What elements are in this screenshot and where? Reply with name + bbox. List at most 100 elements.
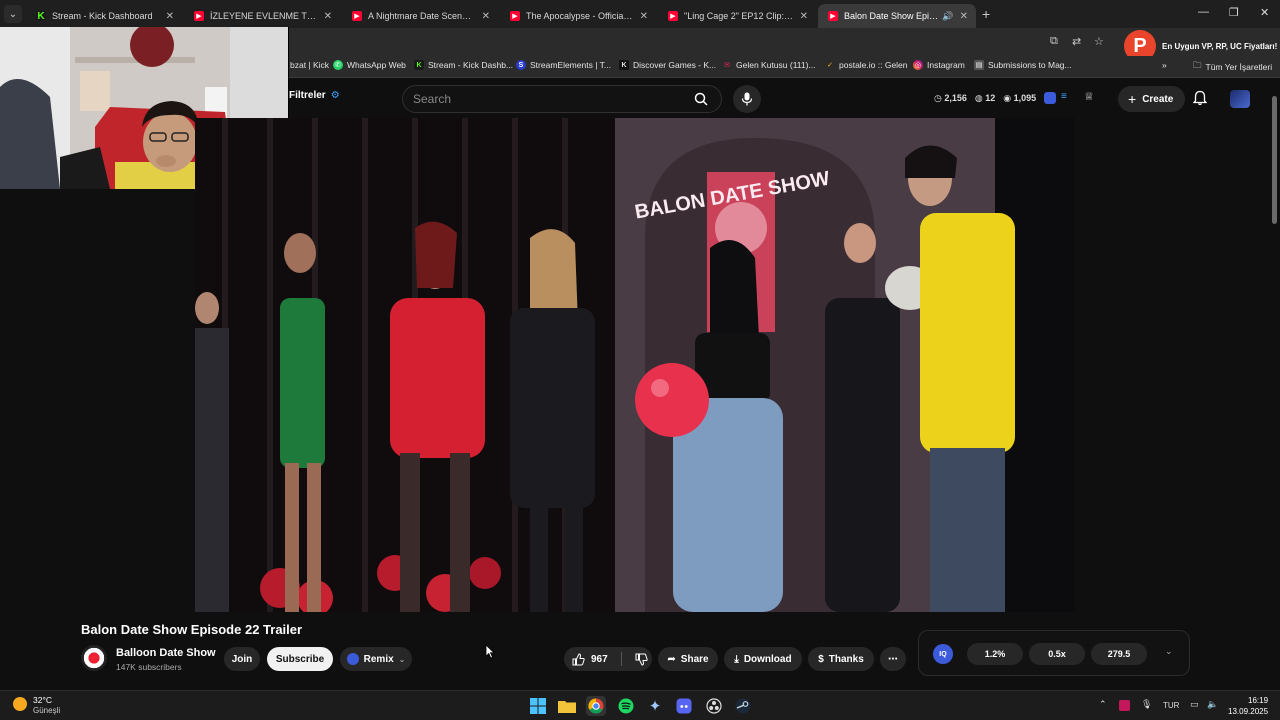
more-horizontal-icon: ⋯ bbox=[888, 653, 898, 665]
channel-avatar[interactable] bbox=[81, 645, 107, 671]
close-icon[interactable]: ✕ bbox=[800, 11, 808, 22]
taskbar-chrome[interactable] bbox=[586, 696, 606, 716]
create-button[interactable]: + Create bbox=[1118, 86, 1186, 112]
system-clock[interactable]: 16:19 13.09.2025 bbox=[1228, 695, 1268, 717]
volume-icon[interactable]: 🔈 bbox=[1207, 699, 1218, 710]
share-button[interactable]: ➦ Share bbox=[658, 647, 718, 671]
instagram-icon: ◎ bbox=[913, 60, 923, 70]
bookmark-kick[interactable]: bzat | Kick bbox=[290, 60, 329, 70]
taskbar-app-network[interactable]: ✦ bbox=[645, 696, 665, 716]
youtube-icon: ▶ bbox=[352, 11, 362, 21]
subscribe-button[interactable]: Subscribe bbox=[267, 647, 333, 671]
youtube-masthead: Filtreler ⚙ ◷ 2,156 ◍ 12 ◉ 1,095 ≡ ♕ bbox=[289, 80, 1280, 118]
weather-temperature[interactable]: 32°C bbox=[33, 695, 52, 705]
mouse-cursor-icon bbox=[485, 644, 495, 659]
tab-youtube-3[interactable]: ▶ The Apocalypse - Official Game ✕ bbox=[500, 4, 656, 28]
restore-icon[interactable]: ❐ bbox=[1229, 6, 1239, 19]
bookmark-submissions[interactable]: ▤ Submissions to Mag... bbox=[974, 60, 1072, 70]
bookmark-streamelements[interactable]: S StreamElements | T... bbox=[516, 60, 611, 70]
close-window-icon[interactable]: ✕ bbox=[1260, 6, 1269, 19]
list-icon[interactable]: ≡ bbox=[1061, 91, 1067, 102]
close-icon[interactable]: ✕ bbox=[166, 11, 174, 22]
speaker-icon[interactable]: 🔊 bbox=[942, 11, 953, 22]
tab-kick-dashboard[interactable]: K Stream - Kick Dashboard ✕ bbox=[26, 4, 182, 28]
download-button[interactable]: ⤓ Download bbox=[724, 647, 802, 671]
iq-stat-percent: 1.2% bbox=[967, 643, 1023, 665]
like-divider bbox=[620, 652, 622, 666]
iq-stat-value: 279.5 bbox=[1091, 643, 1147, 665]
taskbar-file-explorer[interactable] bbox=[557, 696, 577, 716]
weather-description[interactable]: Güneşli bbox=[33, 706, 60, 715]
close-icon[interactable]: ✕ bbox=[482, 11, 490, 22]
bookmarks-overflow-button[interactable]: » bbox=[1162, 60, 1167, 70]
chrome-icon bbox=[588, 698, 604, 714]
search-button[interactable] bbox=[681, 86, 721, 112]
close-icon[interactable]: ✕ bbox=[324, 11, 332, 22]
thanks-button[interactable]: $ Thanks bbox=[808, 647, 874, 671]
scrollbar-thumb[interactable] bbox=[1272, 96, 1277, 224]
start-button[interactable] bbox=[528, 696, 548, 716]
bookmark-discover-games[interactable]: K Discover Games - K... bbox=[619, 60, 716, 70]
iq-logo-icon[interactable]: IQ bbox=[933, 644, 953, 664]
taskbar-discord[interactable] bbox=[674, 696, 694, 716]
channel-name[interactable]: Balloon Date Show bbox=[116, 647, 216, 659]
input-language[interactable]: TUR bbox=[1163, 701, 1179, 710]
chevron-down-icon[interactable]: ⌄ bbox=[1165, 646, 1173, 657]
dislike-button[interactable] bbox=[635, 653, 648, 666]
youtube-icon: ▶ bbox=[668, 11, 678, 21]
minimize-icon[interactable]: — bbox=[1198, 6, 1209, 18]
new-tab-plus-icon[interactable]: + bbox=[982, 6, 990, 22]
browser-tab-strip: ⌄ K Stream - Kick Dashboard ✕ ▶ İZLEYENE… bbox=[0, 0, 1280, 28]
page-scrollbar[interactable] bbox=[1270, 80, 1280, 690]
tab-youtube-4[interactable]: ▶ "Ling Cage 2" EP12 Clip: The st ✕ bbox=[658, 4, 816, 28]
voice-search-button[interactable] bbox=[733, 85, 761, 113]
microphone-icon[interactable]: 🎙 bbox=[1141, 699, 1152, 710]
stat-views: ◉ 1,095 bbox=[1003, 93, 1037, 103]
notifications-button[interactable] bbox=[1192, 90, 1208, 111]
document-icon: ▤ bbox=[974, 60, 984, 70]
bookmark-star-icon[interactable]: ☆ bbox=[1094, 35, 1104, 48]
folder-icon: 🗀 bbox=[1193, 60, 1202, 70]
translate-icon[interactable]: ⇄ bbox=[1072, 35, 1081, 48]
streamelements-icon: S bbox=[516, 60, 526, 70]
taskbar-steam[interactable] bbox=[733, 696, 753, 716]
like-button[interactable]: 967 bbox=[572, 652, 608, 666]
close-icon[interactable]: ✕ bbox=[960, 11, 968, 22]
like-dislike-group: 967 bbox=[564, 647, 652, 671]
bookmark-instagram[interactable]: ◎ Instagram bbox=[913, 60, 965, 70]
bookmark-gelen-kutusu[interactable]: ✉ Gelen Kutusu (111)... bbox=[722, 60, 816, 70]
tray-app-icon[interactable] bbox=[1119, 700, 1130, 711]
cast-icon[interactable]: ⧉ bbox=[1050, 35, 1058, 48]
bookmark-postale[interactable]: ✓ postale.io :: Gelen bbox=[825, 60, 908, 70]
display-icon[interactable]: ▭ bbox=[1190, 699, 1199, 710]
more-actions-button[interactable]: ⋯ bbox=[880, 647, 906, 671]
remix-button[interactable]: Remix ⌄ bbox=[340, 647, 412, 671]
microphone-icon bbox=[741, 92, 753, 106]
search-input[interactable] bbox=[403, 86, 681, 112]
clock-time: 16:19 bbox=[1248, 696, 1269, 705]
tab-search-button[interactable]: ⌄ bbox=[4, 5, 22, 23]
taskbar-obs[interactable] bbox=[704, 696, 724, 716]
join-button[interactable]: Join bbox=[224, 647, 260, 671]
tab-active-balon-date-show[interactable]: ▶ Balon Date Show Episode 2 🔊 ✕ bbox=[818, 4, 976, 28]
all-bookmarks-button[interactable]: 🗀 Tüm Yer İşaretleri bbox=[1193, 60, 1272, 74]
sun-icon[interactable] bbox=[13, 697, 27, 711]
chevron-down-icon: ⌄ bbox=[398, 654, 406, 664]
stat-clock: ◷ 2,156 bbox=[934, 93, 967, 103]
tab-youtube-1[interactable]: ▶ İZLEYENE EVLENME TEKLİFİ EDİ ✕ bbox=[184, 4, 340, 28]
iq-extension-icon[interactable] bbox=[1044, 92, 1056, 104]
bookmark-whatsapp[interactable]: ✆ WhatsApp Web bbox=[333, 60, 406, 70]
iq-stat-speed[interactable]: 0.5x bbox=[1029, 643, 1085, 665]
bookmark-kick-dashboard[interactable]: K Stream - Kick Dashb... bbox=[414, 60, 513, 70]
close-icon[interactable]: ✕ bbox=[640, 11, 648, 22]
kick-icon: K bbox=[414, 60, 424, 70]
spotify-icon bbox=[618, 698, 634, 714]
account-avatar[interactable] bbox=[1230, 90, 1250, 108]
filters-button[interactable]: Filtreler ⚙ bbox=[289, 90, 340, 101]
taskbar-spotify[interactable] bbox=[616, 696, 636, 716]
tab-youtube-2[interactable]: ▶ A Nightmare Date Scenario - Y ✕ bbox=[342, 4, 498, 28]
tray-chevron-up-icon[interactable]: ⌃ bbox=[1099, 699, 1107, 710]
video-player[interactable]: BALON DATE SHOW bbox=[195, 118, 1075, 612]
comment-icon: ◍ bbox=[974, 93, 986, 103]
trophy-icon[interactable]: ♕ bbox=[1084, 90, 1094, 103]
